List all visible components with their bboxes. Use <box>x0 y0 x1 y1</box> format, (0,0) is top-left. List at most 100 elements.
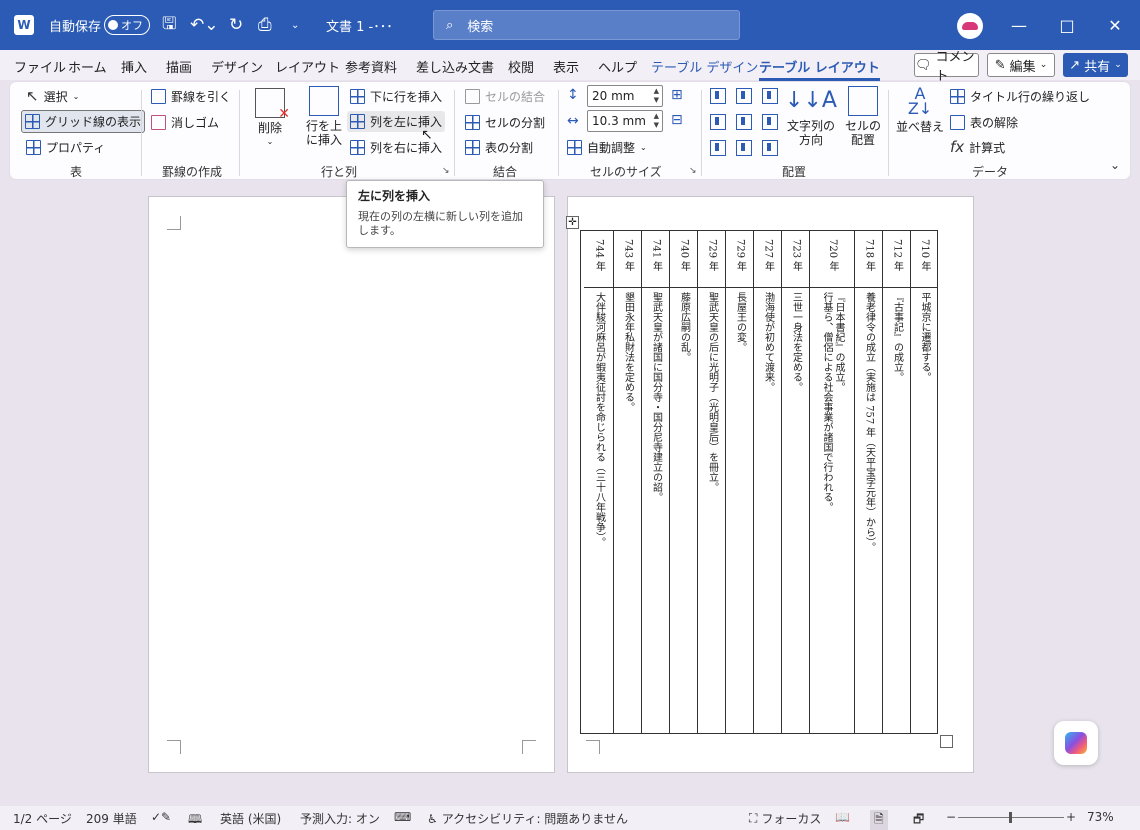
event-cell[interactable]: 墾田永年私財法を定める。 <box>614 288 641 733</box>
delete-button[interactable]: ✕ 削除 ⌄ <box>253 88 290 149</box>
tab-mailings[interactable]: 差し込み文書 <box>416 57 494 76</box>
history-table[interactable]: 710 年平城京に遷都する。 712 年『古事記』の成立。 718 年養老律令の成立… <box>580 230 938 734</box>
ime-mode-icon[interactable]: ⌨ <box>394 810 411 824</box>
event-cell[interactable]: 藤原広嗣の乱。 <box>670 288 697 733</box>
table-column[interactable]: 720 年『日本書紀』の成立。 行基ら、僧侶による社会事業が諸国で行われる。 <box>809 231 854 733</box>
align-top-center-icon[interactable] <box>736 88 752 104</box>
page-count[interactable]: 1/2 ページ <box>13 810 72 827</box>
table-column[interactable]: 727 年渤海使が初めて渡来。 <box>753 231 781 733</box>
print-icon[interactable]: ⎙ <box>258 0 272 50</box>
event-cell[interactable]: 聖武天皇の后に光明子（光明皇后）を冊立。 <box>698 288 725 733</box>
text-prediction-status[interactable]: 予測入力: オン <box>300 810 380 827</box>
align-middle-right-icon[interactable] <box>762 114 778 130</box>
gridlines-toggle[interactable]: グリッド線の表示 <box>21 110 146 133</box>
select-button[interactable]: ↖ 選択 ⌄ <box>26 88 79 105</box>
share-button[interactable]: ↗ 共有 ⌄ <box>1063 53 1128 77</box>
sort-button[interactable]: A Z↓ 並べ替え <box>896 86 944 135</box>
row-height-input[interactable]: 20 mm ▲ ▼ <box>587 85 663 107</box>
tab-view[interactable]: 表示 <box>553 57 579 76</box>
page-1[interactable] <box>148 196 555 773</box>
align-bottom-right-icon[interactable] <box>762 140 778 156</box>
table-column[interactable]: 729 年長屋王の変。 <box>725 231 753 733</box>
dialog-launcher-icon[interactable]: ↘ <box>689 166 697 176</box>
split-cells-button[interactable]: セルの分割 <box>465 114 545 131</box>
focus-reader-icon[interactable]: 🕮 <box>188 810 202 830</box>
year-cell[interactable]: 744 年 <box>584 231 613 288</box>
tab-help[interactable]: ヘルプ <box>598 57 637 76</box>
year-cell[interactable]: 729 年 <box>726 231 753 288</box>
copilot-button[interactable] <box>1054 721 1098 765</box>
zoom-in-icon[interactable]: + <box>1066 810 1076 824</box>
event-cell[interactable]: 長屋王の変。 <box>726 288 753 733</box>
align-center-icon[interactable] <box>736 114 752 130</box>
event-cell[interactable]: 聖武天皇が諸国に国分寺・国分尼寺建立の詔。 <box>642 288 669 733</box>
word-count[interactable]: 209 単語 <box>86 810 137 827</box>
print-layout-icon[interactable]: 🗎 <box>870 810 888 830</box>
tab-table-layout[interactable]: テーブル レイアウト <box>759 57 880 81</box>
maximize-button[interactable]: □ <box>1044 0 1090 50</box>
event-cell[interactable]: 大伴駿河麻呂が蝦夷征討を命じられる（三十八年戦争）。 <box>584 288 613 733</box>
table-column[interactable]: 744 年大伴駿河麻呂が蝦夷征討を命じられる（三十八年戦争）。 <box>584 231 613 733</box>
tab-review[interactable]: 校閲 <box>508 57 534 76</box>
search-box[interactable]: ⌕ 検索 <box>433 10 740 40</box>
customize-quick-access-icon[interactable]: ⌄ <box>291 0 299 50</box>
tab-design[interactable]: デザイン <box>211 57 263 76</box>
zoom-slider-thumb[interactable] <box>1009 812 1012 823</box>
event-cell[interactable]: 渤海使が初めて渡来。 <box>754 288 781 733</box>
tab-layout[interactable]: レイアウト <box>275 57 340 76</box>
formula-button[interactable]: fx 計算式 <box>950 139 1005 156</box>
language-indicator[interactable]: 英語 (米国) <box>220 810 281 827</box>
year-cell[interactable]: 710 年 <box>911 231 937 288</box>
tab-file[interactable]: ファイル <box>14 57 66 76</box>
split-table-button[interactable]: 表の分割 <box>465 139 533 156</box>
table-column[interactable]: 741 年聖武天皇が諸国に国分寺・国分尼寺建立の詔。 <box>641 231 669 733</box>
insert-below-button[interactable]: 下に行を挿入 <box>350 88 442 105</box>
year-cell[interactable]: 740 年 <box>670 231 697 288</box>
repeat-header-rows-button[interactable]: タイトル行の繰り返し <box>950 88 1090 105</box>
tab-table-design[interactable]: テーブル デザイン <box>651 57 758 76</box>
autofit-button[interactable]: 自動調整 ⌄ <box>567 139 647 156</box>
tab-insert[interactable]: 挿入 <box>121 57 147 76</box>
year-cell[interactable]: 723 年 <box>782 231 809 288</box>
close-button[interactable]: ✕ <box>1092 0 1138 50</box>
align-bottom-left-icon[interactable] <box>710 140 726 156</box>
distribute-rows-icon[interactable]: ⊞ <box>671 87 683 103</box>
year-cell[interactable]: 727 年 <box>754 231 781 288</box>
event-cell[interactable]: 平城京に遷都する。 <box>911 288 937 733</box>
properties-button[interactable]: プロパティ <box>26 139 105 156</box>
minimize-button[interactable]: — <box>996 0 1042 50</box>
read-mode-icon[interactable]: 📖 <box>835 810 850 824</box>
align-top-left-icon[interactable] <box>710 88 726 104</box>
spin-arrows-icon[interactable]: ▲ ▼ <box>654 112 659 130</box>
save-icon[interactable]: 🖫 <box>162 0 176 50</box>
focus-mode-button[interactable]: ⛶ フォーカス <box>749 810 821 827</box>
zoom-level[interactable]: 73% <box>1087 810 1114 824</box>
tab-references[interactable]: 参考資料 <box>345 57 397 76</box>
tab-draw[interactable]: 描画 <box>166 57 192 76</box>
convert-to-text-button[interactable]: 表の解除 <box>950 114 1018 131</box>
year-cell[interactable]: 718 年 <box>855 231 882 288</box>
event-cell[interactable]: 『日本書紀』の成立。 行基ら、僧侶による社会事業が諸国で行われる。 <box>810 288 854 733</box>
year-cell[interactable]: 743 年 <box>614 231 641 288</box>
web-layout-icon[interactable]: 🗗 <box>913 810 924 830</box>
table-column[interactable]: 712 年『古事記』の成立。 <box>882 231 910 733</box>
undo-icon[interactable]: ↶⌄ <box>190 0 219 50</box>
event-cell[interactable]: 三世一身法を定める。 <box>782 288 809 733</box>
table-column[interactable]: 723 年三世一身法を定める。 <box>781 231 809 733</box>
accessibility-status[interactable]: ♿ アクセシビリティ: 問題ありません <box>427 810 628 827</box>
autosave-toggle[interactable]: オフ <box>104 15 150 35</box>
draw-border-button[interactable]: 罫線を引く <box>151 88 231 105</box>
year-cell[interactable]: 741 年 <box>642 231 669 288</box>
redo-icon[interactable]: ↻ <box>229 0 243 50</box>
align-top-right-icon[interactable] <box>762 88 778 104</box>
column-width-input[interactable]: 10.3 mm ▲ ▼ <box>587 110 663 132</box>
tab-home[interactable]: ホーム <box>68 57 107 76</box>
eraser-button[interactable]: 消しゴム <box>151 114 219 131</box>
collapse-ribbon-icon[interactable]: ⌄ <box>1110 158 1120 172</box>
year-cell[interactable]: 729 年 <box>698 231 725 288</box>
edit-mode-button[interactable]: ✎ 編集 ⌄ <box>987 53 1055 77</box>
comment-button[interactable]: 🗨 コメント <box>914 50 979 84</box>
distribute-columns-icon[interactable]: ⊟ <box>671 112 683 128</box>
proofing-icon[interactable]: ✓✎ <box>151 810 171 824</box>
align-middle-left-icon[interactable] <box>710 114 726 130</box>
